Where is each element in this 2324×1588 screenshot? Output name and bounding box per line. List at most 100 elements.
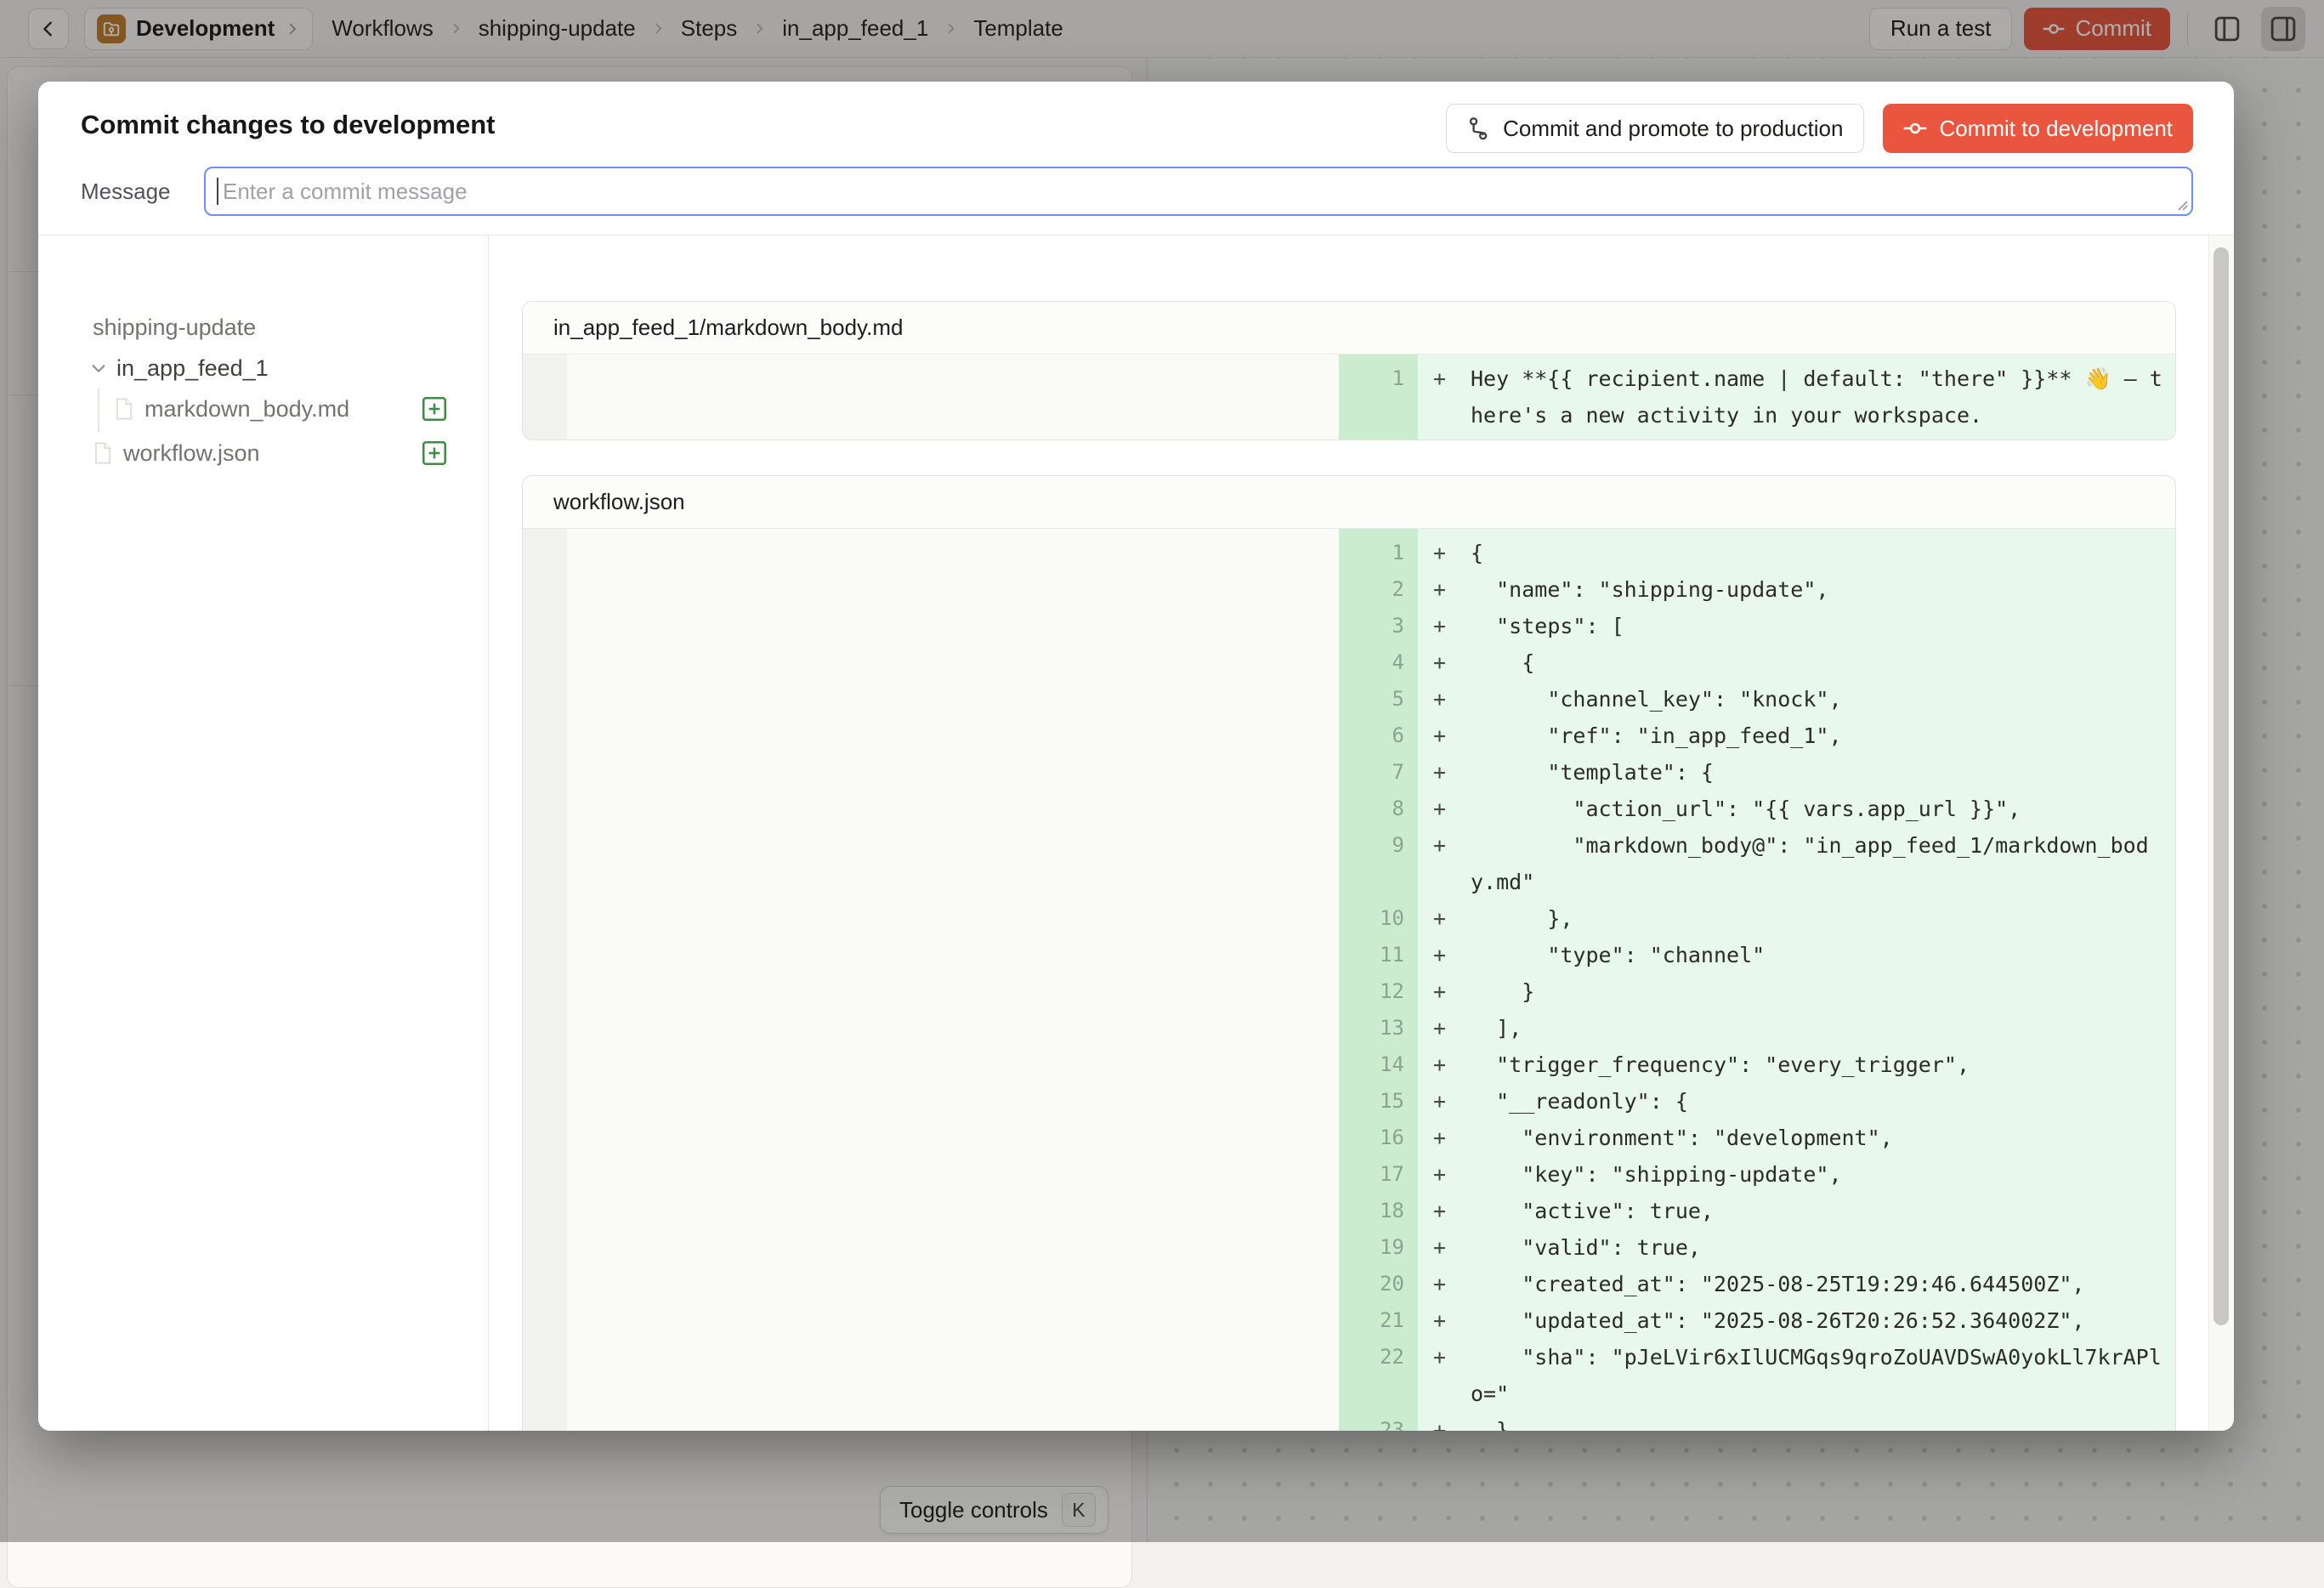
old-line-gutter [523,717,567,754]
diff-line: 16+ "environment": "development", [523,1120,2175,1156]
new-line-content: + "valid": true, [1418,1229,2175,1266]
modal-body: shipping-update in_app_feed_1 markdown_b… [38,235,2234,1431]
new-line-number: 11 [1339,937,1418,973]
old-line-gutter [523,1412,567,1431]
old-line-gutter [523,571,567,608]
diff-plus-sign: + [1433,535,1446,571]
text-caret [217,178,218,205]
git-commit-icon [1903,116,1927,140]
diff-plus-sign: + [1433,644,1446,681]
diff-plus-sign: + [1433,1156,1446,1193]
old-line-content [567,1339,1339,1412]
git-branch-icon [1467,116,1491,140]
diff-line-text: "updated_at": "2025-08-26T20:26:52.36400… [1471,1302,2165,1339]
new-line-content: + "markdown_body@": "in_app_feed_1/markd… [1418,827,2175,900]
old-line-content [567,1302,1339,1339]
new-line-number: 12 [1339,973,1418,1010]
new-line-number: 15 [1339,1083,1418,1120]
modal-scrollbar[interactable] [2208,235,2234,1431]
old-line-content [567,1083,1339,1120]
new-line-number: 10 [1339,900,1418,937]
old-line-content [567,535,1339,571]
diff-plus-sign: + [1433,1412,1446,1431]
diff-panel-header: workflow.json [523,476,2175,529]
old-line-content [567,1046,1339,1083]
diff-line: 2+ "name": "shipping-update", [523,571,2175,608]
diff-line: 14+ "trigger_frequency": "every_trigger"… [523,1046,2175,1083]
diff-plus-sign: + [1433,1083,1446,1120]
new-line-content: + ], [1418,1010,2175,1046]
old-line-gutter [523,360,567,434]
new-line-number: 3 [1339,608,1418,644]
diff-plus-sign: + [1433,681,1446,717]
old-line-gutter [523,900,567,937]
commit-message-input[interactable] [204,167,2193,216]
new-line-content: + "channel_key": "knock", [1418,681,2175,717]
commit-changes-modal: Commit changes to development Commit and… [38,82,2234,1431]
diff-line-text: "action_url": "{{ vars.app_url }}", [1471,791,2165,827]
diff-panel-workflow-json: workflow.json 1+{2+ "name": "shipping-up… [522,475,2176,1431]
new-line-number: 13 [1339,1010,1418,1046]
old-line-gutter [523,1156,567,1193]
diff-line-text: "environment": "development", [1471,1120,2165,1156]
message-label: Message [81,179,204,205]
old-line-gutter [523,535,567,571]
diff-plus-sign: + [1433,937,1446,973]
new-line-content: + "created_at": "2025-08-25T19:29:46.644… [1418,1266,2175,1302]
new-line-content: + { [1418,644,2175,681]
commit-to-development-button[interactable]: Commit to development [1883,104,2193,153]
new-line-number: 9 [1339,827,1418,900]
tree-item-markdown-file[interactable]: markdown_body.md [114,394,349,424]
new-line-number: 21 [1339,1302,1418,1339]
old-line-content [567,900,1339,937]
old-line-content [567,1156,1339,1193]
diff-plus-sign: + [1433,1193,1446,1229]
expand-diff-button[interactable] [419,394,450,424]
new-line-content: + } [1418,973,2175,1010]
diff-line: 13+ ], [523,1010,2175,1046]
file-icon [114,397,134,421]
diff-plus-sign: + [1433,754,1446,791]
old-line-content [567,608,1339,644]
scrollbar-thumb[interactable] [2213,247,2229,1325]
diff-line: 8+ "action_url": "{{ vars.app_url }}", [523,791,2175,827]
old-line-content [567,937,1339,973]
old-line-content [567,717,1339,754]
diff-line-text: "key": "shipping-update", [1471,1156,2165,1193]
tree-item-workflow-root[interactable]: shipping-update [93,312,256,343]
new-line-content: + "updated_at": "2025-08-26T20:26:52.364… [1418,1302,2175,1339]
diff-line-text: ], [1471,1010,2165,1046]
diff-line: 22+ "sha": "pJeLVir6xIlUCMGqs9qroZoUAVDS… [523,1339,2175,1412]
old-line-content [567,1120,1339,1156]
new-line-content: + "__readonly": { [1418,1083,2175,1120]
new-line-number: 1 [1339,360,1418,434]
new-line-content: + }, [1418,900,2175,937]
new-line-number: 20 [1339,1266,1418,1302]
diff-line-text: "ref": "in_app_feed_1", [1471,717,2165,754]
new-line-number: 5 [1339,681,1418,717]
expand-diff-button[interactable] [419,438,450,468]
diff-plus-sign: + [1433,1046,1446,1083]
diff-line-text: "markdown_body@": "in_app_feed_1/markdow… [1471,827,2165,900]
resize-grip-icon[interactable] [2175,198,2189,212]
commit-and-promote-button[interactable]: Commit and promote to production [1446,104,1864,153]
old-line-content [567,973,1339,1010]
diff-line: 17+ "key": "shipping-update", [523,1156,2175,1193]
diff-filename: in_app_feed_1/markdown_body.md [553,315,903,341]
diff-line-text: { [1471,644,2165,681]
diff-plus-sign: + [1433,1010,1446,1046]
old-line-gutter [523,973,567,1010]
new-line-number: 2 [1339,571,1418,608]
new-line-content: + } [1418,1412,2175,1431]
old-line-gutter [523,754,567,791]
tree-indent-guide [98,388,99,433]
old-line-gutter [523,1266,567,1302]
tree-item-workflow-json[interactable]: workflow.json [93,438,260,468]
diff-plus-sign: + [1433,827,1446,864]
old-line-gutter [523,1046,567,1083]
old-line-gutter [523,827,567,900]
tree-item-step-folder[interactable]: in_app_feed_1 [89,353,269,383]
new-line-content: + "sha": "pJeLVir6xIlUCMGqs9qroZoUAVDSwA… [1418,1339,2175,1412]
diff-line: 11+ "type": "channel" [523,937,2175,973]
diff-plus-sign: + [1433,1339,1446,1375]
